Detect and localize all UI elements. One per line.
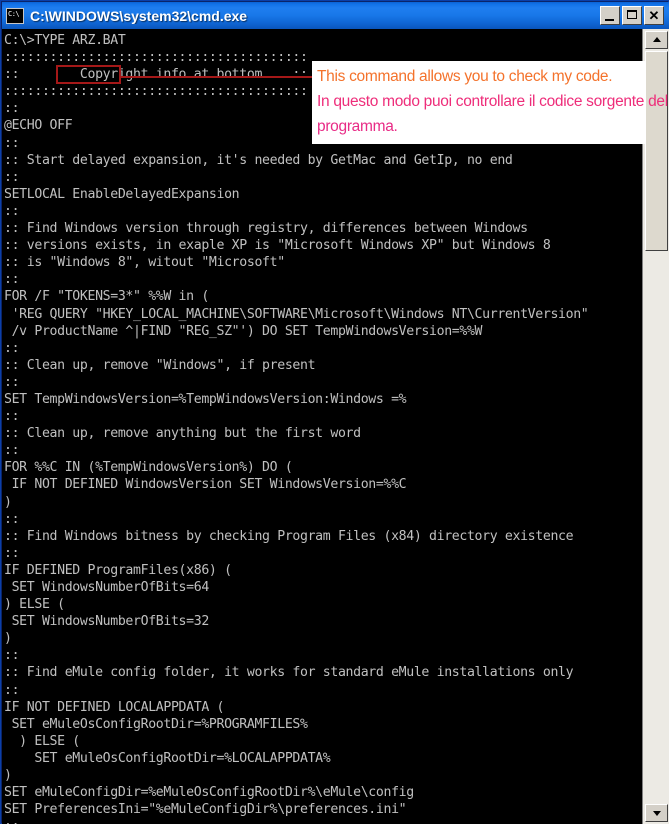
console-client-area: C:\>TYPE ARZ.BAT::::::::::::::::::::::::…: [2, 29, 669, 824]
console-line: ): [4, 494, 12, 510]
maximize-icon: [627, 10, 637, 19]
console-line: SET PreferencesIni="%eMuleConfigDir%\pre…: [4, 802, 407, 818]
console-line: 'REG QUERY "HKEY_LOCAL_MACHINE\SOFTWARE\…: [4, 306, 589, 322]
console-line: :: Clean up, remove "Windows", if presen…: [4, 357, 316, 373]
console-line: ::: [4, 169, 20, 185]
console-line: FOR %%C IN (%TempWindowsVersion%) DO (: [4, 460, 293, 476]
console-line: C:\>TYPE ARZ.BAT: [4, 33, 126, 48]
console-line: SET WindowsNumberOfBits=64: [4, 580, 210, 595]
annotation-line-3: programma.: [317, 118, 398, 135]
close-button[interactable]: ✕: [644, 6, 664, 25]
console-line: SET WindowsNumberOfBits=32: [4, 614, 210, 630]
console-line: SET eMuleOsConfigRootDir=%LOCALAPPDATA%: [4, 750, 331, 766]
console-line: IF NOT DEFINED LOCALAPPDATA (: [4, 699, 225, 715]
console-line: ::: [4, 682, 20, 698]
window-controls: ✕: [600, 6, 666, 25]
console-line: :: versions exists, in exaple XP is "Mic…: [4, 238, 551, 254]
title-bar[interactable]: C:\ C:\WINDOWS\system32\cmd.exe ✕: [2, 2, 669, 29]
chevron-up-icon: [652, 37, 661, 42]
annotation-line-2: In questo modo puoi controllare il codic…: [317, 93, 668, 110]
window-title: C:\WINDOWS\system32\cmd.exe: [30, 7, 248, 24]
annotation-callout: This command allows you to check my code…: [312, 61, 668, 144]
console-line: ::: [4, 511, 20, 527]
console-line: SET eMuleOsConfigRootDir=%PROGRAMFILES%: [4, 716, 308, 732]
console-line: ::: [4, 340, 20, 356]
console-line: ::: [4, 443, 20, 459]
console-line: ::: [4, 409, 20, 425]
console-line: ::: [4, 374, 20, 390]
console-line: SET TempWindowsVersion=%TempWindowsVersi…: [4, 391, 407, 407]
console-line: :: Find eMule config folder, it works fo…: [4, 665, 574, 681]
minimize-button[interactable]: [600, 6, 620, 25]
console-line: :: Find Windows bitness by checking Prog…: [4, 528, 574, 544]
console-line: :: Start delayed expansion, it's needed …: [4, 152, 513, 168]
console-line: ) ELSE (: [4, 597, 65, 613]
console-line: IF NOT DEFINED WindowsVersion SET Window…: [4, 477, 407, 493]
console-line: ::: [4, 272, 20, 288]
minimize-icon: [605, 19, 614, 21]
console-line: ::: [4, 545, 20, 561]
console-line: :: is "Windows 8", witout "Microsoft": [4, 255, 285, 271]
console-line: SET eMuleConfigDir=%eMuleOsConfigRootDir…: [4, 785, 414, 801]
cmd-icon-glyph: C:\: [8, 9, 20, 18]
annotation-leader-line: [120, 76, 314, 78]
console-line: ): [4, 768, 12, 784]
maximize-button[interactable]: [622, 6, 642, 25]
console-line: IF DEFINED ProgramFiles(x86) (: [4, 562, 232, 578]
scroll-down-button[interactable]: [645, 804, 668, 822]
console-line: ::: [4, 203, 20, 219]
console-output[interactable]: C:\>TYPE ARZ.BAT::::::::::::::::::::::::…: [2, 29, 642, 824]
cmd-window: C:\ C:\WINDOWS\system32\cmd.exe ✕ C:\>TY…: [0, 0, 669, 824]
vertical-scrollbar[interactable]: [642, 29, 669, 824]
console-line: SETLOCAL EnableDelayedExpansion: [4, 186, 240, 202]
annotation-highlight-box: [56, 65, 121, 84]
console-line: :: Clean up, remove anything but the fir…: [4, 426, 361, 442]
console-line: ::: [4, 818, 642, 824]
chevron-down-icon: [652, 811, 661, 816]
console-line: ) ELSE (: [4, 733, 80, 749]
cmd-console-icon: C:\: [6, 7, 24, 24]
scrollbar-thumb[interactable]: [645, 51, 668, 251]
console-line: /v ProductName ^|FIND "REG_SZ"') DO SET …: [4, 323, 483, 339]
console-line: ): [4, 631, 12, 647]
console-line: :: Find Windows version through registry…: [4, 221, 528, 237]
annotation-line-1: This command allows you to check my code…: [317, 68, 613, 85]
console-line: ::: [4, 648, 20, 664]
console-line: FOR /F "TOKENS=3*" %%W in (: [4, 289, 209, 305]
scroll-up-button[interactable]: [645, 31, 668, 49]
